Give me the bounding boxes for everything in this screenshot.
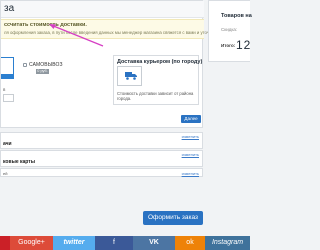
edit-link[interactable]: изменить xyxy=(182,152,199,157)
facebook-button[interactable]: f xyxy=(95,236,133,250)
courier-note: Стоимость доставки зависит от района гор… xyxy=(117,91,194,102)
twitter-button[interactable]: twitter xyxy=(53,236,95,250)
self-pickup-price-badge: 0 руб. xyxy=(36,69,49,74)
pickup-option-card[interactable] xyxy=(1,57,14,79)
field-label: в xyxy=(3,87,6,92)
pinterest-button[interactable] xyxy=(0,236,10,250)
next-button[interactable]: Далее xyxy=(181,115,201,123)
vk-button[interactable]: VK xyxy=(133,236,175,250)
truck-icon xyxy=(125,72,137,80)
self-pickup-label: САМОВЫВОЗ xyxy=(29,62,63,68)
place-order-button[interactable]: Оформить заказ xyxy=(143,211,203,225)
edit-link[interactable]: изменить xyxy=(182,134,199,139)
notice-title: ссчитать стоимость доставки. xyxy=(4,22,87,28)
social-bar: Google+ twitter f VK ok Instagram xyxy=(0,236,250,250)
bank-cards-row: изменить ковые карты xyxy=(0,150,203,167)
cart-summary: Товаров на Скидка: Итого: 12 xyxy=(208,0,252,62)
delivery-step-card: за ссчитать стоимость доставки. ля оформ… xyxy=(0,0,249,128)
step-title: за xyxy=(4,3,15,14)
self-pickup-checkbox[interactable] xyxy=(23,63,27,67)
total-value: 12 xyxy=(236,38,252,52)
googleplus-button[interactable]: Google+ xyxy=(10,236,53,250)
courier-title: Доставка курьером (по городу) xyxy=(117,59,203,65)
courier-delivery-option[interactable]: Доставка курьером (по городу) Стоимость … xyxy=(113,55,203,105)
instagram-button[interactable]: Instagram xyxy=(205,236,250,250)
section-label: ачи xyxy=(3,141,12,147)
step-header: за xyxy=(1,1,204,18)
buyer-section-row: изменить ей xyxy=(0,168,203,177)
courier-option-box[interactable] xyxy=(117,66,142,86)
discount-label: Скидка: xyxy=(221,27,238,32)
cart-title: Товаров на xyxy=(221,13,252,19)
total-label: Итого: xyxy=(221,43,236,48)
payment-section-row: изменить ачи xyxy=(0,132,203,149)
checkout-page: за ссчитать стоимость доставки. ля оформ… xyxy=(0,0,252,250)
quantity-stepper[interactable] xyxy=(3,94,14,102)
section-label: ковые карты xyxy=(3,159,35,165)
delivery-cost-notice: ссчитать стоимость доставки. ля оформлен… xyxy=(1,19,249,39)
edit-link[interactable]: изменить xyxy=(182,171,199,176)
odnoklassniki-button[interactable]: ok xyxy=(175,236,205,250)
section-label: ей xyxy=(3,171,8,176)
